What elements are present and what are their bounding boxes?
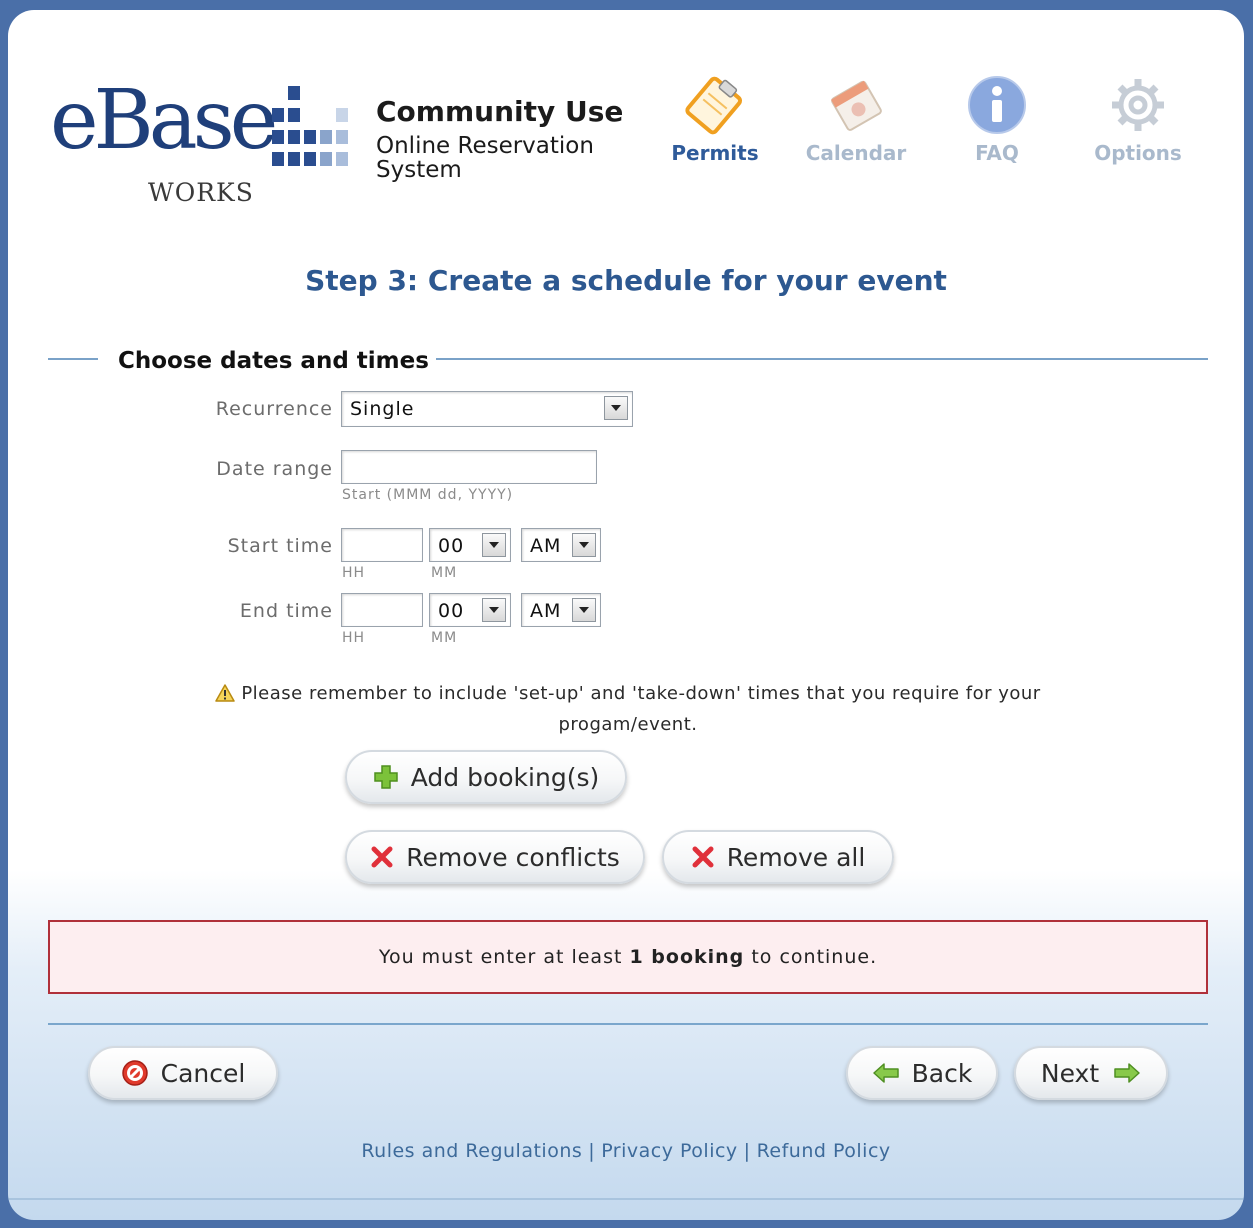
rules-link[interactable]: Rules and Regulations [361, 1140, 582, 1162]
cancel-button[interactable]: Cancel [88, 1046, 278, 1100]
recurrence-value: Single [350, 398, 415, 420]
bottom-divider [8, 1198, 1244, 1200]
end-time-label: End time [239, 600, 333, 622]
end-minute-select[interactable]: 00 [429, 593, 511, 627]
end-hour-input[interactable] [341, 593, 423, 627]
hour-hint: HH [342, 565, 366, 581]
back-button[interactable]: Back [846, 1046, 998, 1100]
brand-subtitle-line1: Online Reservation [376, 133, 594, 159]
brand-title: Community Use [376, 95, 624, 128]
error-text-post: to continue. [744, 946, 878, 968]
logo-bars-graphic [272, 86, 362, 176]
footer-links: Rules and Regulations | Privacy Policy | Ref… [8, 1140, 1244, 1162]
section-divider [436, 358, 1208, 360]
cancel-label: Cancel [160, 1058, 246, 1088]
chevron-down-icon[interactable] [572, 533, 596, 557]
section-title: Choose dates and times [118, 348, 429, 374]
nav-options-label: Options [1094, 141, 1182, 165]
remove-conflicts-button[interactable]: Remove conflicts [345, 830, 645, 884]
footer-separator: | [743, 1140, 751, 1162]
arrow-left-icon [872, 1062, 900, 1084]
start-hour-input[interactable] [341, 528, 423, 562]
start-minute-value: 00 [438, 535, 465, 557]
arrow-right-icon [1113, 1062, 1141, 1084]
refund-link[interactable]: Refund Policy [757, 1140, 891, 1162]
date-range-label: Date range [216, 458, 333, 480]
gear-icon [1078, 66, 1198, 136]
remove-conflicts-label: Remove conflicts [406, 842, 620, 872]
start-ampm-select[interactable]: AM [521, 528, 601, 562]
end-ampm-select[interactable]: AM [521, 593, 601, 627]
footer-separator: | [588, 1140, 596, 1162]
minute-hint: MM [431, 565, 458, 581]
error-text-pre: You must enter at least [378, 946, 630, 968]
add-booking-button[interactable]: Add booking(s) [345, 750, 627, 804]
start-ampm-value: AM [530, 535, 562, 557]
page-title: Step 3: Create a schedule for your event [305, 264, 947, 297]
privacy-link[interactable]: Privacy Policy [601, 1140, 737, 1162]
plus-icon [373, 764, 399, 790]
setup-reminder-note: Please remember to include 'set-up' and … [198, 680, 1058, 739]
footer-divider [48, 1023, 1208, 1025]
clipboard-icon [655, 66, 775, 136]
app-brand: Community Use Online Reservation System [376, 95, 624, 183]
error-text-bold: 1 booking [629, 946, 745, 968]
chevron-down-icon[interactable] [482, 598, 506, 622]
brand-subtitle-line2: System [376, 157, 462, 183]
remove-all-label: Remove all [726, 842, 866, 872]
minute-hint: MM [431, 630, 458, 646]
app-window: eBase WORKS Community Use Online Reserva… [8, 10, 1244, 1220]
warning-icon [215, 683, 236, 711]
back-label: Back [911, 1058, 973, 1088]
next-button[interactable]: Next [1014, 1046, 1168, 1100]
nav-faq[interactable]: FAQ [937, 66, 1057, 165]
close-icon [370, 845, 394, 869]
close-icon [691, 845, 715, 869]
date-format-hint: Start (MMM dd, YYYY) [342, 487, 514, 503]
add-booking-label: Add booking(s) [410, 762, 600, 792]
nav-permits[interactable]: Permits [655, 66, 775, 165]
info-icon [937, 66, 1057, 136]
chevron-down-icon[interactable] [572, 598, 596, 622]
recurrence-select[interactable]: Single [341, 391, 633, 427]
cancel-icon [121, 1059, 149, 1087]
recurrence-label: Recurrence [215, 398, 333, 420]
brand-subtitle: Online Reservation System [376, 134, 623, 182]
remove-all-button[interactable]: Remove all [662, 830, 894, 884]
date-range-input[interactable] [341, 450, 597, 484]
end-ampm-value: AM [530, 600, 562, 622]
chevron-down-icon[interactable] [604, 396, 628, 420]
nav-options[interactable]: Options [1078, 66, 1198, 165]
calendar-icon [796, 66, 916, 136]
logo-sub: WORKS [148, 178, 254, 207]
nav-calendar-label: Calendar [805, 141, 907, 165]
logo-wordmark: eBase [50, 73, 278, 168]
validation-error: You must enter at least 1 booking to con… [48, 920, 1208, 994]
end-minute-value: 00 [438, 600, 465, 622]
next-label: Next [1040, 1058, 1100, 1088]
start-time-label: Start time [227, 535, 333, 557]
reminder-text: Please remember to include 'set-up' and … [241, 683, 1041, 735]
section-divider [48, 358, 98, 360]
chevron-down-icon[interactable] [482, 533, 506, 557]
nav-permits-label: Permits [671, 141, 759, 165]
nav-faq-label: FAQ [975, 141, 1019, 165]
nav-calendar[interactable]: Calendar [796, 66, 916, 165]
hour-hint: HH [342, 630, 366, 646]
start-minute-select[interactable]: 00 [429, 528, 511, 562]
